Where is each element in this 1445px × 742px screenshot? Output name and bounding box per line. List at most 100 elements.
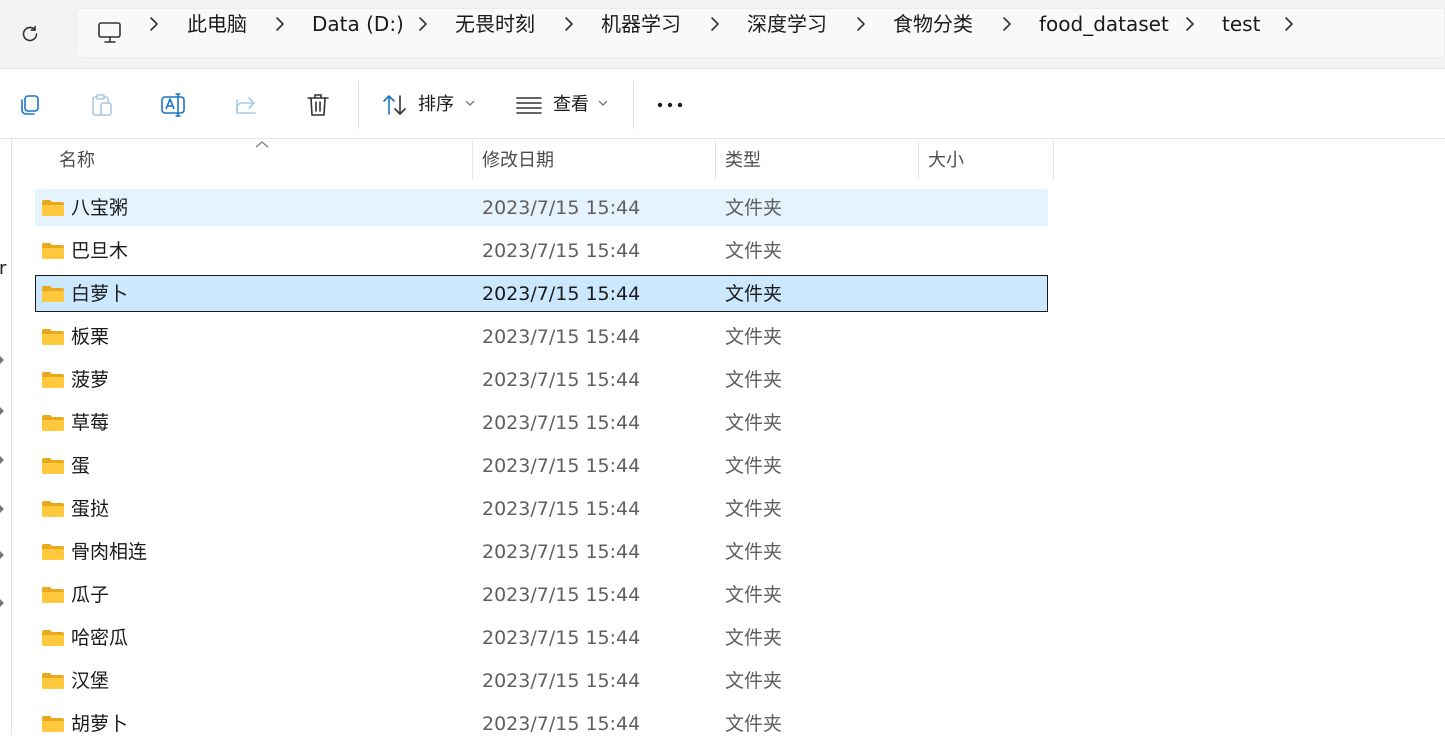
file-name[interactable]: 瓜子 (71, 583, 109, 607)
sort-button[interactable] (381, 91, 409, 119)
file-name[interactable]: 骨肉相连 (71, 540, 147, 564)
breadcrumb-this-pc[interactable]: 此电脑 (187, 12, 247, 36)
file-name[interactable]: 蛋挞 (71, 497, 109, 521)
expand-arrow-icon[interactable] (0, 407, 4, 415)
chevron-right-icon[interactable] (851, 14, 871, 34)
chevron-right-icon[interactable] (144, 14, 164, 34)
file-row[interactable]: 蛋 2023/7/15 15:44 文件夹 (35, 447, 1048, 484)
expand-arrow-icon[interactable] (0, 505, 4, 513)
file-type: 文件夹 (725, 713, 783, 735)
file-date-modified: 2023/7/15 15:44 (482, 498, 641, 520)
paste-button[interactable] (88, 91, 116, 119)
file-name[interactable]: 巴旦木 (71, 239, 128, 263)
computer-icon[interactable] (97, 21, 123, 45)
column-divider[interactable] (472, 140, 473, 180)
file-name[interactable]: 八宝粥 (71, 196, 128, 220)
file-name[interactable]: 胡萝卜 (71, 712, 128, 736)
expand-arrow-icon[interactable] (0, 456, 4, 464)
breadcrumb-folder-1[interactable]: 无畏时刻 (455, 12, 535, 36)
folder-icon (42, 630, 64, 646)
file-date-modified: 2023/7/15 15:44 (482, 584, 641, 606)
folder-icon (42, 544, 64, 560)
chevron-right-icon[interactable] (997, 14, 1017, 34)
file-type: 文件夹 (725, 283, 783, 305)
file-name[interactable]: 蛋 (71, 454, 90, 478)
file-date-modified: 2023/7/15 15:44 (482, 369, 641, 391)
sort-label[interactable]: 排序 (418, 93, 454, 117)
file-row[interactable]: 骨肉相连 2023/7/15 15:44 文件夹 (35, 533, 1048, 570)
breadcrumb-test[interactable]: test (1222, 12, 1260, 36)
view-button[interactable] (515, 91, 543, 119)
file-row[interactable]: 板栗 2023/7/15 15:44 文件夹 (35, 318, 1048, 355)
refresh-icon (22, 25, 38, 42)
file-row[interactable]: 巴旦木 2023/7/15 15:44 文件夹 (35, 232, 1048, 269)
breadcrumb-folder-4[interactable]: 食物分类 (893, 12, 973, 36)
navigation-pane[interactable]: r (0, 139, 12, 735)
column-header-date-modified[interactable]: 修改日期 (482, 150, 554, 172)
file-name[interactable]: 哈密瓜 (71, 626, 128, 650)
file-row[interactable]: 菠萝 2023/7/15 15:44 文件夹 (35, 361, 1048, 398)
folder-icon-wrap (41, 242, 65, 264)
expand-arrow-icon[interactable] (0, 356, 4, 364)
chevron-right-icon[interactable] (413, 14, 433, 34)
breadcrumb-data-drive[interactable]: Data (D:) (312, 12, 404, 36)
file-name[interactable]: 白萝卜 (71, 282, 128, 306)
nav-item-partial[interactable]: r (0, 258, 6, 279)
expand-arrow-icon[interactable] (0, 599, 4, 607)
file-date-modified: 2023/7/15 15:44 (482, 197, 641, 219)
file-row[interactable]: 白萝卜 2023/7/15 15:44 文件夹 (35, 275, 1048, 312)
folder-icon (42, 587, 64, 603)
chevron-right-icon[interactable] (705, 14, 725, 34)
file-name[interactable]: 菠萝 (71, 368, 109, 392)
breadcrumb-food-dataset[interactable]: food_dataset (1039, 12, 1169, 36)
sort-ascending-icon (255, 141, 269, 148)
file-name[interactable]: 汉堡 (71, 669, 109, 693)
folder-icon-wrap (41, 199, 65, 221)
chevron-down-icon[interactable] (598, 99, 608, 107)
column-divider[interactable] (715, 140, 716, 180)
file-row[interactable]: 瓜子 2023/7/15 15:44 文件夹 (35, 576, 1048, 613)
folder-icon-wrap (41, 371, 65, 393)
folder-icon (42, 673, 64, 689)
rename-button[interactable] (160, 91, 188, 119)
file-date-modified: 2023/7/15 15:44 (482, 412, 641, 434)
expand-arrow-icon[interactable] (0, 551, 4, 559)
rename-icon (161, 93, 185, 117)
folder-icon-wrap (41, 543, 65, 565)
file-name[interactable]: 草莓 (71, 411, 109, 435)
view-label[interactable]: 查看 (553, 93, 589, 117)
file-row[interactable]: 哈密瓜 2023/7/15 15:44 文件夹 (35, 619, 1048, 656)
file-row[interactable]: 胡萝卜 2023/7/15 15:44 文件夹 (35, 705, 1048, 742)
file-type: 文件夹 (725, 197, 783, 219)
file-name[interactable]: 板栗 (71, 325, 109, 349)
file-row[interactable]: 蛋挞 2023/7/15 15:44 文件夹 (35, 490, 1048, 527)
file-row[interactable]: 八宝粥 2023/7/15 15:44 文件夹 (35, 189, 1048, 226)
column-divider[interactable] (918, 140, 919, 180)
chevron-right-icon[interactable] (1180, 14, 1200, 34)
address-bar-area: 此电脑 Data (D:) 无畏时刻 机器学习 深度学习 食物分类 food_d… (0, 0, 1445, 68)
file-type: 文件夹 (725, 455, 783, 477)
file-date-modified: 2023/7/15 15:44 (482, 455, 641, 477)
share-button[interactable] (232, 91, 260, 119)
folder-icon (42, 200, 64, 216)
file-row[interactable]: 汉堡 2023/7/15 15:44 文件夹 (35, 662, 1048, 699)
chevron-right-icon[interactable] (1279, 14, 1299, 34)
command-bar: 排序 查看 (0, 69, 1445, 139)
column-header-type[interactable]: 类型 (725, 150, 761, 172)
refresh-button[interactable] (14, 18, 46, 50)
file-date-modified: 2023/7/15 15:44 (482, 713, 641, 735)
more-button[interactable] (656, 91, 684, 119)
file-date-modified: 2023/7/15 15:44 (482, 670, 641, 692)
breadcrumb-folder-3[interactable]: 深度学习 (747, 12, 827, 36)
column-header-size[interactable]: 大小 (928, 150, 964, 172)
column-header-name[interactable]: 名称 (59, 150, 95, 172)
chevron-right-icon[interactable] (559, 14, 579, 34)
column-divider[interactable] (1053, 140, 1054, 180)
file-date-modified: 2023/7/15 15:44 (482, 283, 641, 305)
chevron-down-icon[interactable] (465, 99, 475, 107)
breadcrumb-folder-2[interactable]: 机器学习 (601, 12, 681, 36)
delete-button[interactable] (304, 91, 332, 119)
chevron-right-icon[interactable] (270, 14, 290, 34)
file-row[interactable]: 草莓 2023/7/15 15:44 文件夹 (35, 404, 1048, 441)
copy-button[interactable] (16, 91, 44, 119)
